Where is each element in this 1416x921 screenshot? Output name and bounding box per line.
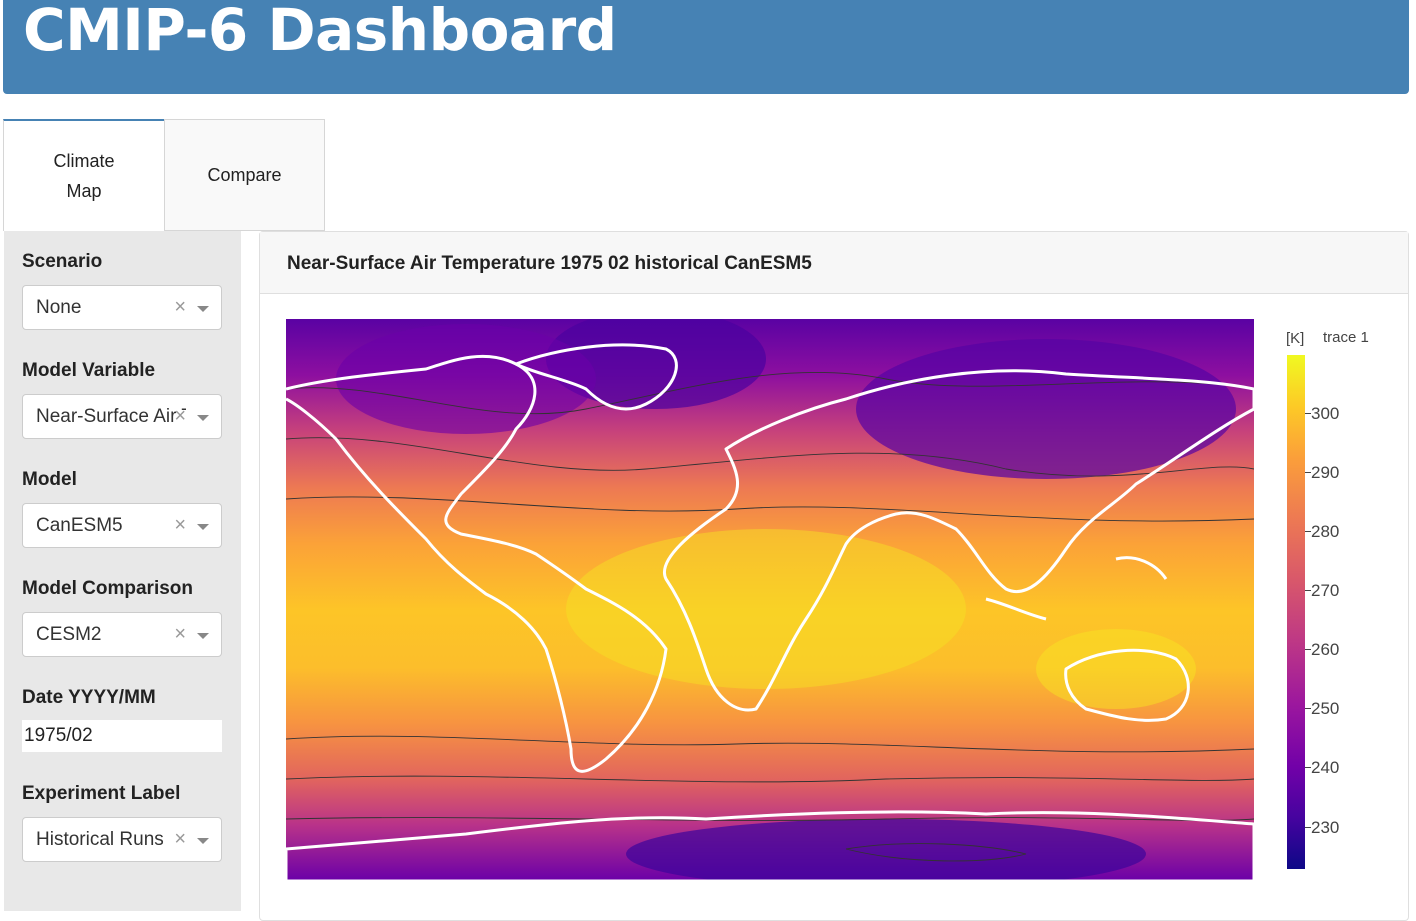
- model-label: Model: [22, 469, 77, 490]
- experiment-label-dropdown[interactable]: Historical Runs ×: [22, 817, 222, 862]
- model-variable-dropdown[interactable]: Near-Surface Air Temperature ×: [22, 394, 222, 439]
- colorbar-tick-label: 240: [1311, 758, 1340, 777]
- model-variable-label: Model Variable: [22, 360, 156, 381]
- tab-climate-map-label: Climate Map: [53, 151, 115, 201]
- scenario-label: Scenario: [22, 251, 103, 272]
- scenario-dropdown[interactable]: None ×: [22, 285, 222, 330]
- experiment-label-label: Experiment Label: [22, 783, 181, 804]
- chevron-down-icon[interactable]: [197, 838, 209, 844]
- colorbar-trace-label: trace 1: [1323, 329, 1369, 346]
- date-input[interactable]: 1975/02: [22, 720, 222, 752]
- model-value: CanESM5: [36, 515, 123, 536]
- model-comparison-value: CESM2: [36, 624, 102, 645]
- chevron-down-icon[interactable]: [197, 306, 209, 312]
- app-title: CMIP-6 Dashboard: [23, 0, 617, 64]
- control-sidebar: Scenario None × Model Variable Near-Surf…: [4, 231, 241, 911]
- model-dropdown[interactable]: CanESM5 ×: [22, 503, 222, 548]
- model-comparison-dropdown[interactable]: CESM2 ×: [22, 612, 222, 657]
- tab-compare[interactable]: Compare: [164, 119, 325, 231]
- clear-icon[interactable]: ×: [174, 623, 186, 646]
- experiment-label-value: Historical Runs: [36, 829, 164, 850]
- colorbar-tick-label: 230: [1311, 818, 1340, 837]
- colorbar: [1287, 355, 1305, 869]
- chevron-down-icon[interactable]: [197, 415, 209, 421]
- chevron-down-icon[interactable]: [197, 524, 209, 530]
- siberia-cold-region: [856, 339, 1236, 479]
- chevron-down-icon[interactable]: [197, 633, 209, 639]
- australia-warm-region: [1036, 629, 1196, 709]
- model-variable-value: Near-Surface Air Temperature: [36, 406, 186, 427]
- tab-climate-map[interactable]: Climate Map: [3, 119, 164, 231]
- clear-icon[interactable]: ×: [174, 514, 186, 537]
- model-comparison-label: Model Comparison: [22, 578, 194, 599]
- colorbar-tick-label: 270: [1311, 581, 1340, 600]
- colorbar-tick-label: 260: [1311, 640, 1340, 659]
- scenario-value: None: [36, 297, 82, 318]
- map-card-header: Near-Surface Air Temperature 1975 02 his…: [260, 232, 1408, 294]
- colorbar-tick-label: 250: [1311, 699, 1340, 718]
- colorbar-tick-label: 300: [1311, 404, 1340, 423]
- colorbar-unit: [K]: [1286, 330, 1305, 347]
- clear-icon[interactable]: ×: [174, 405, 186, 428]
- app-header: CMIP-6 Dashboard: [3, 0, 1409, 94]
- clear-icon[interactable]: ×: [174, 296, 186, 319]
- colorbar-tick-label: 280: [1311, 522, 1340, 541]
- map-card-title: Near-Surface Air Temperature 1975 02 his…: [287, 253, 812, 274]
- tropics-warm-region: [566, 529, 966, 689]
- tab-compare-label: Compare: [207, 165, 282, 185]
- temperature-map[interactable]: [286, 319, 1254, 881]
- date-label: Date YYYY/MM: [22, 687, 156, 708]
- colorbar-tick-label: 290: [1311, 463, 1340, 482]
- clear-icon[interactable]: ×: [174, 828, 186, 851]
